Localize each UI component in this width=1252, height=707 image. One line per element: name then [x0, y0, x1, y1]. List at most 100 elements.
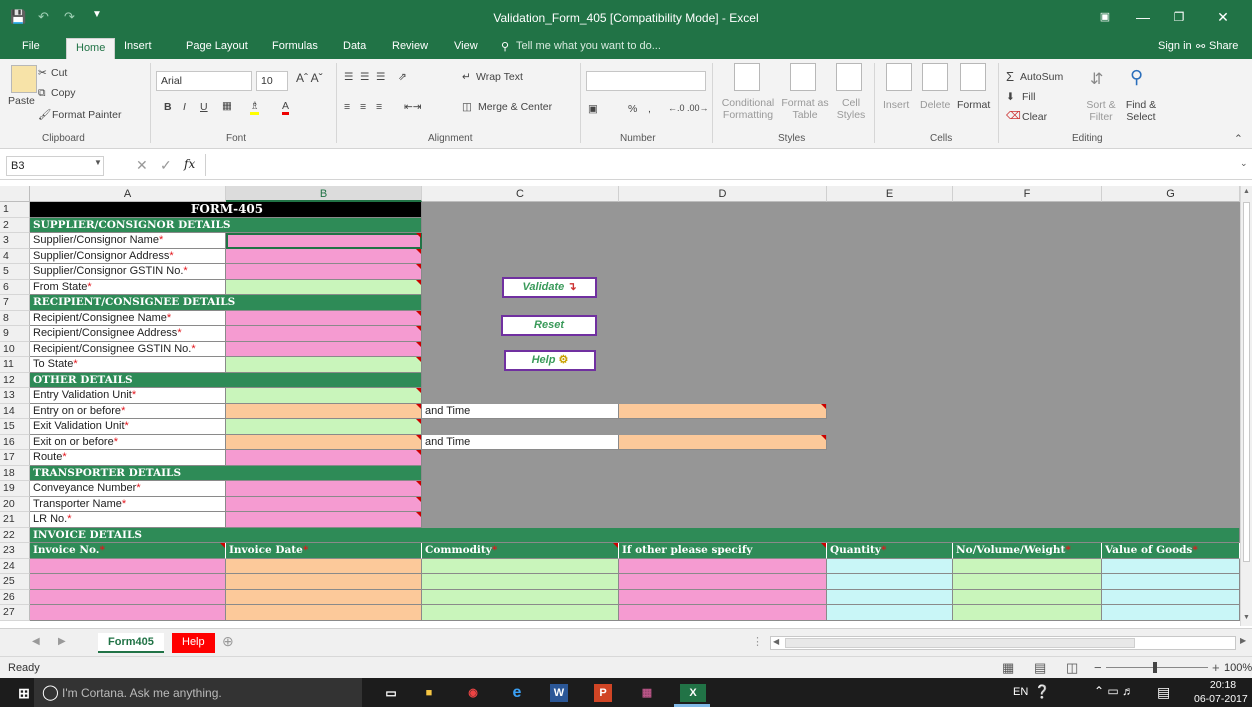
- conditional-formatting-icon[interactable]: [734, 63, 760, 91]
- zoom-level[interactable]: 100%: [1224, 662, 1252, 674]
- autosum-icon[interactable]: Σ: [1006, 69, 1014, 84]
- winrar-icon[interactable]: ▦: [638, 684, 656, 702]
- wrap-text-icon[interactable]: ↵: [462, 71, 471, 83]
- invoice-cell[interactable]: [226, 558, 422, 574]
- scroll-down-icon[interactable]: ▼: [1243, 614, 1250, 621]
- row-header[interactable]: 19: [0, 481, 30, 497]
- row-header[interactable]: 10: [0, 341, 30, 357]
- row-header[interactable]: 15: [0, 419, 30, 435]
- scroll-up-icon[interactable]: ▲: [1243, 188, 1250, 195]
- page-break-view-icon[interactable]: ◫: [1066, 660, 1078, 676]
- zoom-slider-thumb[interactable]: [1153, 662, 1157, 673]
- sheet-tab-form405[interactable]: Form405: [98, 633, 164, 653]
- windows-start-icon[interactable]: ⊞: [15, 684, 33, 702]
- scroll-left-icon[interactable]: ◀: [773, 637, 779, 646]
- zoom-slider[interactable]: [1106, 667, 1208, 668]
- orientation-icon[interactable]: ⇗: [398, 71, 407, 83]
- input-exit-date[interactable]: [226, 434, 422, 450]
- fill-color-icon[interactable]: ♗: [250, 100, 260, 115]
- invoice-cell[interactable]: [1102, 605, 1240, 621]
- cell-styles-icon[interactable]: [836, 63, 862, 91]
- row-header[interactable]: 16: [0, 434, 30, 450]
- invoice-cell[interactable]: [422, 605, 619, 621]
- tray-icons[interactable]: ⌃ ▭ ♬: [1094, 684, 1134, 698]
- input-lr-no[interactable]: [226, 512, 422, 528]
- ribbon-display-icon[interactable]: ▣: [1090, 6, 1120, 28]
- cancel-icon[interactable]: ✕: [136, 157, 148, 174]
- column-header-e[interactable]: E: [827, 186, 953, 202]
- invoice-cell[interactable]: [30, 589, 226, 605]
- invoice-cell[interactable]: [226, 605, 422, 621]
- excel-taskbar-icon[interactable]: X: [680, 684, 706, 702]
- cut-icon[interactable]: ✂: [38, 67, 47, 79]
- invoice-cell[interactable]: [827, 558, 953, 574]
- font-color-icon[interactable]: A: [282, 100, 290, 115]
- notifications-icon[interactable]: ▤: [1157, 684, 1170, 701]
- row-header[interactable]: 3: [0, 233, 30, 249]
- horizontal-scrollbar[interactable]: ◀: [770, 636, 1236, 650]
- invoice-cell[interactable]: [619, 558, 827, 574]
- clear-button[interactable]: Clear: [1022, 111, 1047, 123]
- row-header[interactable]: 24: [0, 558, 30, 574]
- align-right-icon[interactable]: ≡: [376, 101, 382, 113]
- input-supplier-address[interactable]: [226, 248, 422, 264]
- row-header[interactable]: 9: [0, 326, 30, 342]
- tab-insert[interactable]: Insert: [124, 40, 152, 52]
- align-top-icon[interactable]: ☰: [344, 71, 353, 83]
- validate-button[interactable]: Validate ↴: [502, 277, 597, 298]
- invoice-cell[interactable]: [827, 574, 953, 590]
- row-header[interactable]: 17: [0, 450, 30, 466]
- row-header[interactable]: 7: [0, 295, 30, 311]
- input-route[interactable]: [226, 450, 422, 466]
- column-header-g[interactable]: G: [1102, 186, 1240, 202]
- input-conveyance-number[interactable]: [226, 481, 422, 497]
- input-from-state[interactable]: [226, 279, 422, 295]
- clock-time[interactable]: 20:18: [1200, 679, 1246, 691]
- input-supplier-gstin[interactable]: [226, 264, 422, 280]
- scroll-right-icon[interactable]: ▶: [1240, 636, 1246, 645]
- row-header[interactable]: 27: [0, 605, 30, 621]
- invoice-cell[interactable]: [1102, 558, 1240, 574]
- sort-filter-icon[interactable]: ⇵: [1090, 69, 1103, 89]
- restore-button[interactable]: ❐: [1164, 6, 1194, 28]
- underline-icon[interactable]: U: [200, 101, 208, 113]
- insert-cells-icon[interactable]: [886, 63, 912, 91]
- invoice-cell[interactable]: [30, 574, 226, 590]
- row-header[interactable]: 20: [0, 496, 30, 512]
- fill-icon[interactable]: ⬇: [1006, 91, 1015, 103]
- paste-icon[interactable]: [11, 65, 37, 93]
- row-header[interactable]: 6: [0, 279, 30, 295]
- next-sheet-icon[interactable]: ▶: [58, 636, 66, 647]
- input-entry-time[interactable]: [619, 403, 827, 419]
- column-header-b[interactable]: B: [226, 186, 422, 202]
- invoice-cell[interactable]: [1102, 589, 1240, 605]
- invoice-cell[interactable]: [827, 589, 953, 605]
- insert-cells-button[interactable]: Insert: [883, 99, 909, 111]
- row-header[interactable]: 25: [0, 574, 30, 590]
- column-header-f[interactable]: F: [953, 186, 1102, 202]
- merge-center-icon[interactable]: ◫: [462, 101, 472, 113]
- vertical-scrollbar[interactable]: ▲ ▼: [1240, 186, 1252, 626]
- input-recipient-gstin[interactable]: [226, 341, 422, 357]
- grow-font-icon[interactable]: Aˆ Aˇ: [296, 71, 323, 85]
- formula-input[interactable]: [205, 154, 1239, 176]
- number-format-combo[interactable]: [586, 71, 706, 91]
- reset-button[interactable]: Reset: [501, 315, 597, 336]
- column-header-c[interactable]: C: [422, 186, 619, 202]
- zoom-out-icon[interactable]: −: [1094, 660, 1102, 675]
- font-name-combo[interactable]: Arial: [156, 71, 252, 91]
- row-header[interactable]: 1: [0, 202, 30, 218]
- tab-split-handle[interactable]: ⋮: [752, 635, 763, 648]
- tab-formulas[interactable]: Formulas: [272, 40, 318, 52]
- invoice-cell[interactable]: [953, 605, 1102, 621]
- align-center-icon[interactable]: ≡: [360, 101, 366, 113]
- scroll-thumb[interactable]: [1243, 202, 1250, 562]
- zoom-in-icon[interactable]: +: [1212, 660, 1220, 675]
- select-all-corner[interactable]: [0, 186, 30, 202]
- invoice-cell[interactable]: [422, 589, 619, 605]
- prev-sheet-icon[interactable]: ◀: [32, 636, 40, 647]
- invoice-cell[interactable]: [619, 605, 827, 621]
- row-header[interactable]: 26: [0, 589, 30, 605]
- borders-icon[interactable]: ▦: [222, 100, 232, 112]
- decimal-icon[interactable]: ←.0 .00→: [668, 103, 709, 113]
